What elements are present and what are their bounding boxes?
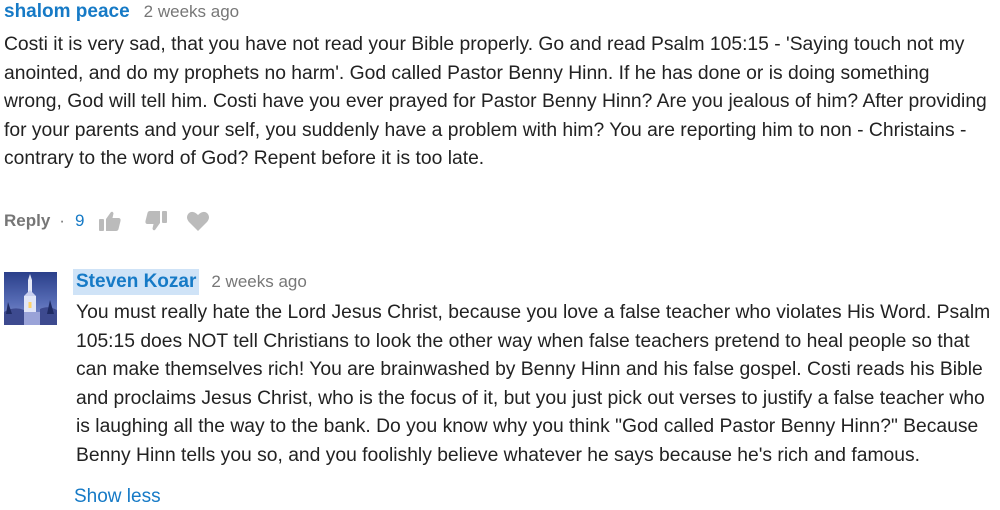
avatar[interactable] [4,272,57,325]
comment-text: Costi it is very sad, that you have not … [4,34,987,170]
thumbs-up-icon[interactable] [98,210,122,232]
like-count: 9 [74,211,85,230]
comments-section: shalom peace 2 weeks ago Costi it is ver… [0,0,1000,510]
show-less-link[interactable]: Show less [74,485,161,509]
comment-header: Steven Kozar 2 weeks ago [73,266,996,298]
separator-dot: · [59,211,65,230]
comment: shalom peace 2 weeks ago Costi it is ver… [4,0,994,174]
comment-author[interactable]: Steven Kozar [73,269,200,295]
comment-timestamp[interactable]: 2 weeks ago [211,270,306,294]
comment-timestamp[interactable]: 2 weeks ago [144,0,239,24]
heart-icon[interactable] [186,210,210,232]
comment-actions: Reply · 9 [4,206,210,236]
thumbs-down-icon[interactable] [144,210,168,232]
comment-header: shalom peace 2 weeks ago [4,0,994,28]
comment-author[interactable]: shalom peace [4,0,130,24]
comment-text: You must really hate the Lord Jesus Chri… [76,302,991,466]
reply-button[interactable]: Reply [4,211,50,231]
comment-content: Steven Kozar 2 weeks ago You must really… [73,266,996,471]
